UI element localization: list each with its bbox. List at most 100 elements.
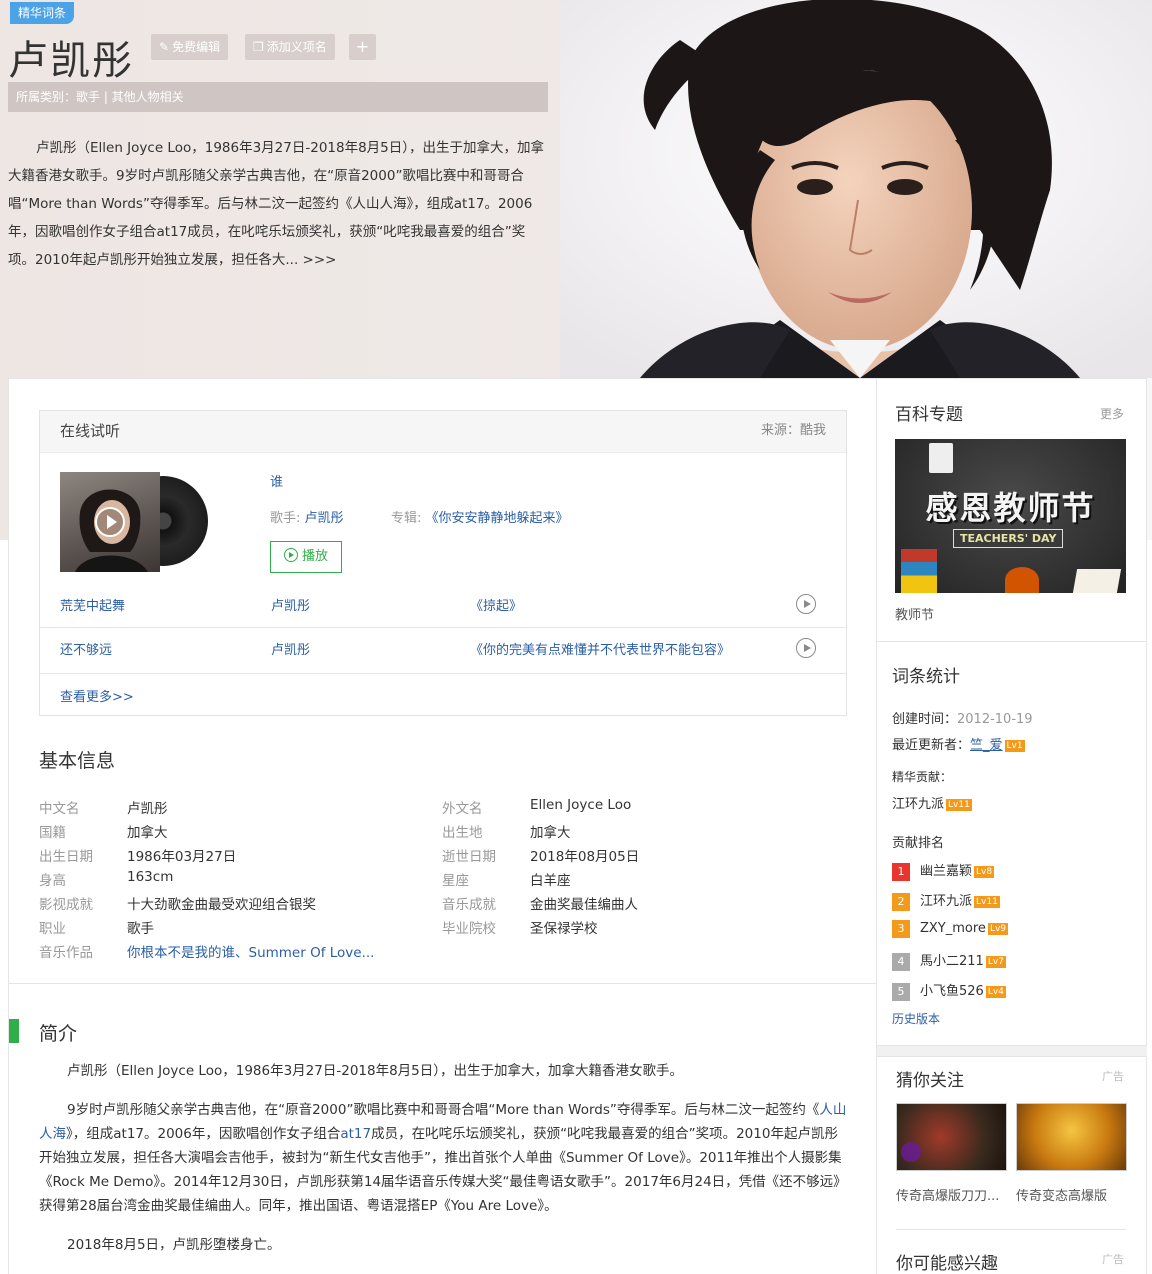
topic-title: 百科专题 bbox=[895, 405, 963, 425]
rank-item[interactable]: 5 小飞鱼526 Lv4 bbox=[892, 980, 1008, 1010]
rank-number: 5 bbox=[892, 983, 910, 1001]
intro-paragraph: 9岁时卢凯彤随父亲学古典吉他，在“原音2000”歌唱比赛中和哥哥合唱“More … bbox=[39, 1102, 847, 1214]
rank-number: 3 bbox=[892, 920, 910, 938]
track-album-link[interactable]: 《你的完美有点难懂并不代表世界不能包容》 bbox=[470, 639, 730, 658]
maybe-title: 你可能感兴趣 bbox=[896, 1254, 998, 1274]
category-bar: 所属类别：歌手 | 其他人物相关 bbox=[8, 82, 548, 112]
game-ad-link[interactable]: 传奇高爆版刀刀... bbox=[896, 1185, 1007, 1204]
topic-more-link[interactable]: 更多 bbox=[1100, 405, 1124, 422]
more-tracks-link[interactable]: 查看更多>> bbox=[60, 686, 134, 705]
rank-item[interactable]: 2 江环九派 Lv11 bbox=[892, 890, 1008, 920]
game-orb-icon bbox=[901, 1142, 921, 1162]
link-at17[interactable]: at17 bbox=[340, 1126, 371, 1142]
track-row[interactable]: 还不够远 卢凯彤 《你的完美有点难懂并不代表世界不能包容》 bbox=[40, 628, 846, 674]
level-badge: Lv11 bbox=[974, 895, 1000, 908]
books-icon bbox=[901, 549, 937, 593]
album-cover[interactable] bbox=[60, 472, 208, 572]
game-ad-image[interactable] bbox=[896, 1103, 1007, 1171]
divider bbox=[877, 641, 1147, 642]
updater-row: 最近更新者：竺_爱 Lv1 bbox=[892, 738, 1025, 753]
track-album-link[interactable]: 《掠起》 bbox=[470, 595, 522, 614]
info-label: 音乐成就 bbox=[442, 897, 496, 913]
track-play-icon[interactable] bbox=[796, 594, 816, 614]
add-meaning-label: 添加义项名 bbox=[266, 40, 327, 54]
topic-caption[interactable]: 教师节 bbox=[895, 604, 934, 623]
rank-item[interactable]: 1 幽兰嘉颖 Lv8 bbox=[892, 860, 1008, 890]
info-value: 加拿大 bbox=[127, 825, 168, 841]
level-badge: Lv4 bbox=[985, 985, 1006, 998]
game-ad-image[interactable] bbox=[1016, 1103, 1127, 1171]
flowers-icon bbox=[1005, 567, 1039, 593]
info-value: Ellen Joyce Loo bbox=[530, 797, 632, 813]
plus-icon: + bbox=[355, 37, 370, 56]
calendar-icon bbox=[929, 443, 953, 473]
intro-paragraph: 2018年8月5日，卢凯彤堕楼身亡。 bbox=[67, 1237, 281, 1253]
info-value: 加拿大 bbox=[530, 825, 571, 841]
info-label: 出生地 bbox=[442, 825, 483, 841]
section-marker bbox=[9, 1019, 19, 1043]
rank-item[interactable]: 3 ZXY_more Lv9 bbox=[892, 920, 1009, 950]
basic-info-left: 中文名 卢凯彤 国籍 加拿大 出生日期 1986年03月27日 身高 163cm 影视成… bbox=[39, 797, 374, 965]
basic-info-title: 基本信息 bbox=[39, 750, 116, 772]
essence-label: 精华贡献： bbox=[892, 770, 953, 784]
info-label: 中文名 bbox=[39, 801, 80, 817]
essence-row: 江环九派 Lv11 bbox=[892, 793, 972, 812]
sidebar: 百科专题 更多 感恩教师节 TEACHERS' DAY 教师节 词条统计 创建时… bbox=[877, 378, 1147, 1274]
divider bbox=[9, 983, 876, 984]
track-singer-link[interactable]: 卢凯彤 bbox=[271, 639, 310, 658]
listen-source: 来源：酷我 bbox=[760, 423, 826, 438]
level-badge: Lv1 bbox=[1004, 739, 1025, 752]
add-icon-button[interactable]: + bbox=[349, 34, 376, 60]
info-value: 白羊座 bbox=[530, 873, 571, 889]
ad-label: 广告 bbox=[1102, 1253, 1124, 1266]
rank-user-link[interactable]: ZXY_more bbox=[920, 921, 986, 936]
track-singer-link[interactable]: 卢凯彤 bbox=[271, 595, 310, 614]
rank-number: 4 bbox=[892, 953, 910, 971]
add-meaning-button[interactable]: ❐ 添加义项名 bbox=[245, 34, 335, 60]
info-label: 职业 bbox=[39, 921, 66, 937]
track-row[interactable]: 荒芜中起舞 卢凯彤 《掠起》 bbox=[40, 582, 846, 628]
info-label: 毕业院校 bbox=[442, 921, 496, 937]
info-value: 十大劲歌金曲最受欢迎组合银奖 bbox=[127, 897, 316, 913]
game-ad-link[interactable]: 传奇变态高爆版 bbox=[1016, 1185, 1127, 1204]
intro-title: 简介 bbox=[39, 1023, 78, 1045]
open-book-icon bbox=[1072, 569, 1122, 593]
play-button[interactable]: 播放 bbox=[270, 541, 342, 573]
info-label: 影视成就 bbox=[39, 897, 93, 913]
online-listen-box: 在线试听 来源：酷我 谁 歌手: 卢凯彤 专辑: 《你安安静静地躲起来》 播放 … bbox=[39, 410, 847, 716]
info-value: 163cm bbox=[127, 869, 174, 885]
play-button-label: 播放 bbox=[301, 549, 328, 564]
track-play-icon[interactable] bbox=[796, 638, 816, 658]
history-link[interactable]: 历史版本 bbox=[892, 1010, 940, 1027]
main-card: 在线试听 来源：酷我 谁 歌手: 卢凯彤 专辑: 《你安安静静地躲起来》 播放 … bbox=[8, 378, 877, 1274]
featured-singer-link[interactable]: 卢凯彤 bbox=[305, 511, 344, 526]
track-song-link[interactable]: 还不够远 bbox=[60, 639, 112, 658]
info-label: 出生日期 bbox=[39, 849, 93, 865]
guess-title: 猜你关注 bbox=[896, 1071, 964, 1091]
music-works-link[interactable]: 你根本不是我的谁、Summer Of Love... bbox=[127, 945, 374, 961]
rank-user-link[interactable]: 馬小二211 bbox=[920, 954, 984, 969]
edit-button[interactable]: ✎ 免费编辑 bbox=[151, 34, 229, 60]
level-badge: Lv8 bbox=[974, 865, 995, 878]
rank-item[interactable]: 4 馬小二211 Lv7 bbox=[892, 950, 1008, 980]
track-song-link[interactable]: 荒芜中起舞 bbox=[60, 595, 125, 614]
play-circle-icon bbox=[283, 548, 298, 562]
play-overlay-icon[interactable] bbox=[95, 507, 125, 537]
teachers-day-banner[interactable]: 感恩教师节 TEACHERS' DAY bbox=[895, 439, 1126, 593]
created-date: 2012-10-19 bbox=[957, 712, 1033, 727]
singer-label: 歌手: bbox=[270, 511, 301, 526]
ad-label: 广告 bbox=[1102, 1070, 1124, 1083]
intro-body: 卢凯彤（Ellen Joyce Loo，1986年3月27日-2018年8月5日… bbox=[39, 1059, 847, 1257]
rank-user-link[interactable]: 幽兰嘉颖 bbox=[920, 864, 972, 879]
featured-album-link[interactable]: 《你安安静静地躲起来》 bbox=[426, 511, 569, 526]
info-label: 外文名 bbox=[442, 801, 483, 817]
info-label: 音乐作品 bbox=[39, 945, 93, 961]
listen-title: 在线试听 bbox=[60, 422, 121, 440]
rank-user-link[interactable]: 江环九派 bbox=[920, 894, 972, 909]
essence-user-link[interactable]: 江环九派 bbox=[892, 797, 944, 812]
featured-song-link[interactable]: 谁 bbox=[270, 471, 283, 490]
created-row: 创建时间：2012-10-19 bbox=[892, 712, 1033, 727]
updater-link[interactable]: 竺_爱 bbox=[970, 738, 1003, 753]
banner-text: 感恩教师节 bbox=[925, 489, 1096, 527]
rank-user-link[interactable]: 小飞鱼526 bbox=[920, 984, 984, 999]
